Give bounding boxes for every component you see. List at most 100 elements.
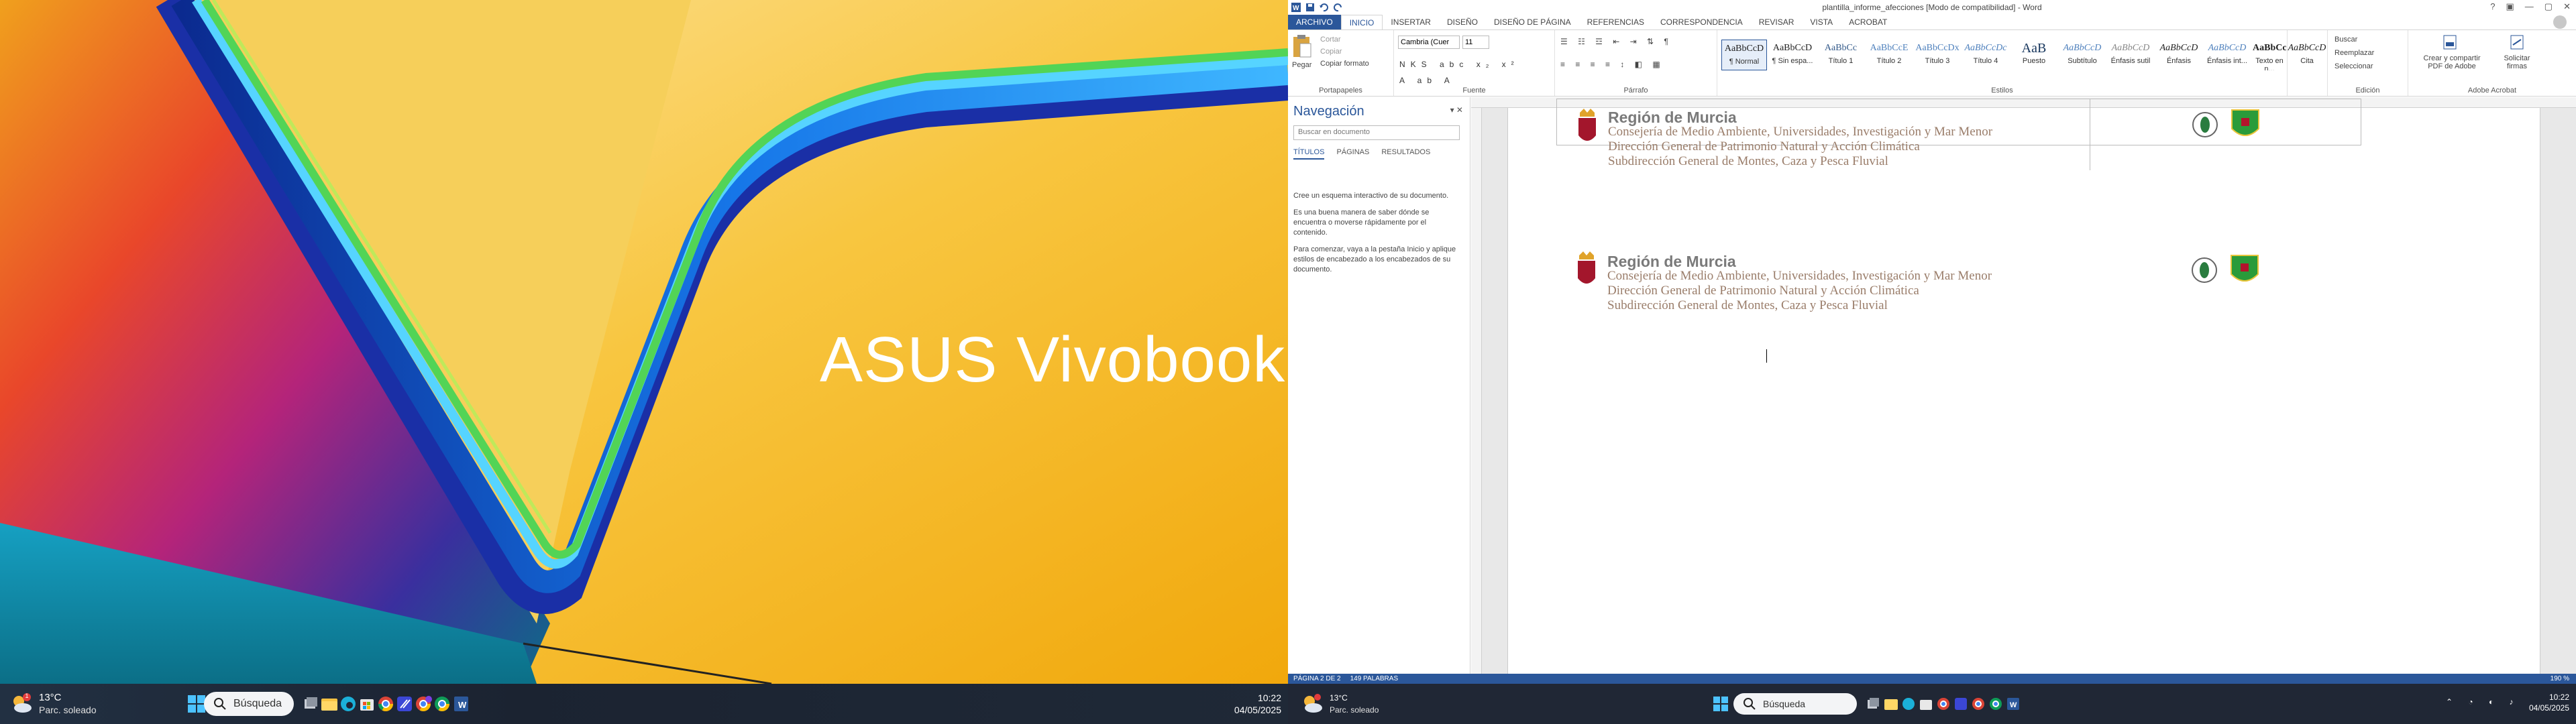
taskbar-search[interactable]: Búsqueda: [1733, 693, 1857, 715]
font-name-select[interactable]: Cambria (Cuer: [1398, 36, 1460, 49]
weather-icon: [1300, 692, 1324, 716]
style-subtitulo[interactable]: AaBbCcD Subtítulo: [2059, 40, 2105, 70]
help-icon[interactable]: ?: [2490, 1, 2495, 12]
forestry-badge-icon: [2231, 255, 2259, 282]
zoom-level[interactable]: 190 %: [2551, 675, 2569, 682]
nav-help-paragraph: Cree un esquema interactivo de su docume…: [1293, 192, 1449, 200]
seal-icon: [2192, 112, 2218, 137]
close-pane-icon[interactable]: ▾ ✕: [1450, 105, 1463, 115]
weather-icon: 1: [9, 692, 34, 716]
create-pdf-button[interactable]: Crear y compartir PDF de Adobe: [2422, 54, 2482, 70]
svg-text:W: W: [458, 700, 467, 710]
paste-button[interactable]: Pegar: [1292, 61, 1311, 69]
style-titulo-4[interactable]: AaBbCcDc Título 4: [1963, 40, 2008, 70]
tab-archivo[interactable]: ARCHIVO: [1288, 15, 1341, 29]
group-label: Fuente: [1462, 86, 1486, 95]
tab-revisar[interactable]: REVISAR: [1751, 15, 1803, 29]
group-paragraph: ☰ ☷ ☲ ⇤ ⇥ ⇅ ¶ ≡ ≡ ≡ ≡ ↕ ◧ ▦ Párrafo: [1555, 30, 1717, 96]
forestry-badge-icon: [2231, 109, 2259, 136]
word-icon[interactable]: W: [2002, 692, 2025, 715]
group-editing: Buscar Reemplazar Seleccionar Edición: [2328, 30, 2408, 96]
tab-referencias[interactable]: REFERENCIAS: [1579, 15, 1652, 29]
list-buttons[interactable]: ☰ ☷ ☲ ⇤ ⇥ ⇅ ¶: [1560, 37, 1672, 46]
svg-text:W: W: [2010, 701, 2017, 709]
group-cita: AaBbCcD Cita: [2288, 30, 2328, 96]
style-titulo-2[interactable]: AaBbCcE Título 2: [1866, 40, 1912, 70]
tab-acrobat[interactable]: ACROBAT: [1841, 15, 1895, 29]
select-button[interactable]: Seleccionar: [2334, 62, 2373, 70]
tab-diseno[interactable]: DISEÑO: [1439, 15, 1486, 29]
style-normal[interactable]: AaBbCcD ¶ Normal: [1721, 40, 1767, 70]
font-size-select[interactable]: 11: [1462, 36, 1489, 49]
pdf-icon: [2443, 35, 2457, 50]
find-button[interactable]: Buscar: [2334, 36, 2357, 44]
format-painter-button[interactable]: Copiar formato: [1320, 60, 1369, 68]
clock-time: 10:22: [2548, 692, 2569, 702]
document-area: Región de Murcia Consejería de Medio Amb…: [1471, 97, 2576, 674]
style-enfasis[interactable]: AaBbCcD Énfasis: [2156, 40, 2202, 70]
document-page[interactable]: Región de Murcia Consejería de Medio Amb…: [1507, 99, 2540, 674]
avatar[interactable]: [2553, 15, 2567, 29]
nav-search-input[interactable]: Buscar en documento: [1293, 125, 1460, 140]
font-color-buttons[interactable]: A ab A: [1399, 76, 1455, 85]
minimize-icon[interactable]: —: [2525, 1, 2534, 12]
style-sin-espaciado[interactable]: AaBbCcD ¶ Sin espa...: [1770, 40, 1815, 70]
maximize-icon[interactable]: ▢: [2544, 1, 2553, 12]
style-enfasis-intenso[interactable]: AaBbCcD Énfasis int...: [2204, 40, 2250, 70]
cut-button[interactable]: Cortar: [1320, 36, 1341, 44]
tab-diseno-pagina[interactable]: DISEÑO DE PÁGINA: [1486, 15, 1579, 29]
search-placeholder: Búsqueda: [233, 698, 282, 709]
window-title: plantilla_informe_afecciones [Modo de co…: [1822, 3, 2042, 12]
nav-tab-paginas[interactable]: PÁGINAS: [1336, 148, 1369, 160]
header-line-2: Dirección General de Patrimonio Natural …: [1607, 284, 1919, 298]
weather-desc: Parc. soleado: [1330, 705, 1379, 715]
weather-temp: 13°C: [1330, 693, 1348, 703]
copy-button[interactable]: Copiar: [1320, 48, 1342, 56]
navigation-title: Navegación: [1293, 104, 1364, 119]
taskbar-search[interactable]: Búsqueda: [204, 692, 294, 716]
style-enfasis-sutil[interactable]: AaBbCcD Énfasis sutil: [2108, 40, 2153, 70]
header-line-3: Subdirección General de Montes, Caza y P…: [1607, 298, 1888, 312]
ribbon-options-icon[interactable]: ▣: [2506, 1, 2514, 12]
nav-tab-resultados[interactable]: RESULTADOS: [1381, 148, 1430, 160]
tab-inicio[interactable]: INICIO: [1340, 15, 1383, 29]
seal-icon: [2192, 257, 2217, 283]
windows-start-icon[interactable]: [1709, 692, 1732, 715]
alignment-buttons[interactable]: ≡ ≡ ≡ ≡ ↕ ◧ ▦: [1560, 60, 1664, 69]
word-icon[interactable]: W: [449, 692, 472, 715]
search-icon: [1743, 698, 1756, 710]
status-bar: PÁGINA 2 DE 2 149 PALABRAS 190 %: [1288, 674, 2576, 684]
nav-tabs: TÍTULOS PÁGINAS RESULTADOS: [1293, 148, 1442, 160]
region-title: Región de Murcia: [1608, 109, 1737, 126]
close-icon[interactable]: ✕: [2563, 1, 2571, 12]
page-indicator[interactable]: PÁGINA 2 DE 2: [1293, 675, 1341, 682]
replace-button[interactable]: Reemplazar: [2334, 49, 2374, 57]
group-font: Cambria (Cuer 11 NKS abc x₂ x² A ab A Fu…: [1394, 30, 1555, 96]
left-desktop: ASUS Vivobook 1 13°C Parc. soleado Búsqu…: [0, 0, 1288, 724]
murcia-crest-icon: [1578, 251, 1595, 284]
style-titulo-3[interactable]: AaBbCcDx Título 3: [1915, 40, 1960, 70]
style-puesto[interactable]: AaB Puesto: [2011, 40, 2057, 70]
request-signatures-button[interactable]: Solicitar firmas: [2496, 54, 2538, 70]
region-title: Región de Murcia: [1607, 253, 1736, 270]
ribbon: Pegar Cortar Copiar Copiar formato Porta…: [1288, 29, 2576, 97]
tab-correspondencia[interactable]: CORRESPONDENCIA: [1652, 15, 1751, 29]
paste-icon[interactable]: [1292, 34, 1312, 58]
weather-temp: 13°C: [39, 692, 62, 703]
search-icon: [214, 698, 226, 710]
weather-widget[interactable]: 1 13°C Parc. soleado: [9, 692, 97, 716]
weather-widget[interactable]: 13°C Parc. soleado: [1300, 692, 1379, 716]
taskbar-clock[interactable]: 10:22 04/05/2025: [2496, 692, 2569, 713]
tab-vista[interactable]: VISTA: [1802, 15, 1841, 29]
style-texto-negrita[interactable]: AaBbCcITexto en n...: [2253, 40, 2286, 70]
group-label: Adobe Acrobat: [2467, 86, 2517, 95]
style-cita[interactable]: AaBbCcD Cita: [2288, 40, 2326, 70]
vertical-ruler[interactable]: [1471, 108, 1482, 674]
font-format-buttons[interactable]: NKS abc x₂ x²: [1399, 60, 1519, 69]
word-count[interactable]: 149 PALABRAS: [1350, 675, 1399, 682]
nav-tab-titulos[interactable]: TÍTULOS: [1293, 148, 1325, 160]
style-titulo-1[interactable]: AaBbCc Título 1: [1818, 40, 1864, 70]
tab-insertar[interactable]: INSERTAR: [1383, 15, 1439, 29]
weather-desc: Parc. soleado: [39, 705, 97, 715]
taskbar-clock[interactable]: 10:22 04/05/2025: [1201, 692, 1281, 716]
